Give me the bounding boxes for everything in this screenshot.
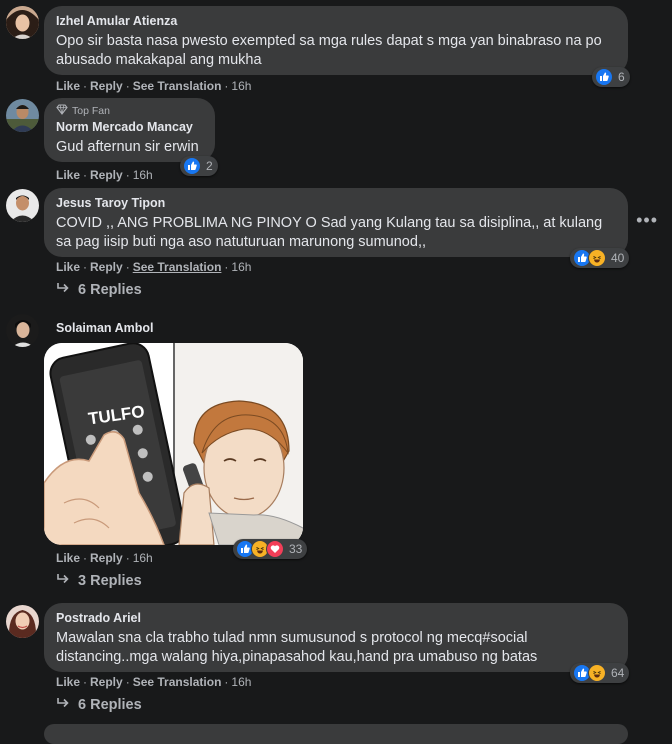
reaction-count: 2 — [206, 159, 213, 173]
like-link[interactable]: Like — [56, 168, 80, 182]
comment-text: Gud afternun sir erwin — [56, 139, 199, 155]
comment-actions: Like · Reply · 16h — [56, 168, 153, 182]
like-link[interactable]: Like — [56, 79, 80, 93]
see-translation-link[interactable]: See Translation — [133, 675, 222, 689]
reaction-summary[interactable]: 2 — [180, 156, 218, 176]
avatar[interactable] — [6, 189, 39, 222]
see-translation-link[interactable]: See Translation — [133, 260, 222, 274]
avatar[interactable] — [6, 605, 39, 638]
view-replies-link[interactable]: 3 Replies — [56, 573, 142, 589]
comment-author[interactable]: Postrado Ariel — [56, 611, 616, 626]
reply-link[interactable]: Reply — [90, 675, 123, 689]
replies-count: 6 Replies — [78, 697, 142, 713]
reply-arrow-icon — [56, 697, 70, 713]
reply-link[interactable]: Reply — [90, 260, 123, 274]
top-fan-badge-icon — [56, 104, 68, 118]
top-fan-label: Top Fan — [72, 105, 110, 117]
reply-arrow-icon — [56, 573, 70, 589]
comment-actions: Like · Reply · 16h — [56, 551, 153, 565]
comment-time[interactable]: 16h — [231, 79, 251, 93]
thumbs-up-icon — [595, 68, 613, 86]
comment-author[interactable]: Solaiman Ambol — [56, 321, 153, 336]
like-link[interactable]: Like — [56, 260, 80, 274]
reply-link[interactable]: Reply — [90, 168, 123, 182]
more-options-icon[interactable]: ••• — [636, 210, 658, 231]
like-link[interactable]: Like — [56, 551, 80, 565]
reaction-summary[interactable]: 40 — [570, 248, 630, 268]
comment-actions: Like · Reply · See Translation · 16h — [56, 79, 252, 93]
avatar[interactable] — [6, 314, 39, 347]
reaction-count: 64 — [611, 666, 625, 680]
comment-author[interactable]: Jesus Taroy Tipon — [56, 196, 616, 211]
comment-author[interactable]: Izhel Amular Atienza — [56, 14, 616, 29]
comment-time[interactable]: 16h — [133, 168, 153, 182]
comment-actions: Like · Reply · See Translation · 16h — [56, 675, 252, 689]
see-translation-link[interactable]: See Translation — [133, 79, 222, 93]
comment-text: Opo sir basta nasa pwesto exempted sa mg… — [56, 33, 602, 68]
replies-count: 3 Replies — [78, 573, 142, 589]
reaction-summary[interactable]: 33 — [233, 539, 308, 559]
comment-image[interactable]: TULFO — [44, 343, 303, 545]
reaction-summary[interactable]: 6 — [592, 67, 630, 87]
reply-link[interactable]: Reply — [90, 551, 123, 565]
comment-bubble: Top Fan Norm Mercado Mancay Gud afternun… — [44, 98, 215, 162]
comment-bubble: Izhel Amular Atienza Opo sir basta nasa … — [44, 6, 628, 75]
next-comment-bubble — [44, 724, 628, 744]
avatar[interactable] — [6, 99, 39, 132]
comment-text: COVID ,, ANG PROBLIMA NG PINOY O Sad yan… — [56, 215, 603, 250]
comment-bubble: Postrado Ariel Mawalan sna cla trabho tu… — [44, 603, 628, 672]
haha-face-icon — [588, 249, 606, 267]
like-link[interactable]: Like — [56, 675, 80, 689]
reaction-count: 40 — [611, 251, 625, 265]
comment-text: Mawalan sna cla trabho tulad nmn sumusun… — [56, 630, 538, 665]
reaction-count: 6 — [618, 70, 625, 84]
top-fan-badge: Top Fan — [56, 104, 203, 118]
view-replies-link[interactable]: 6 Replies — [56, 282, 142, 298]
avatar[interactable] — [6, 6, 39, 39]
reaction-count: 33 — [289, 542, 303, 556]
view-replies-link[interactable]: 6 Replies — [56, 697, 142, 713]
comment-time[interactable]: 16h — [231, 675, 251, 689]
haha-face-icon — [588, 664, 606, 682]
reply-link[interactable]: Reply — [90, 79, 123, 93]
comment-actions: Like · Reply · See Translation · 16h — [56, 260, 252, 274]
comment-time[interactable]: 16h — [231, 260, 251, 274]
reaction-summary[interactable]: 64 — [570, 663, 630, 683]
reply-arrow-icon — [56, 282, 70, 298]
comment-author[interactable]: Norm Mercado Mancay — [56, 120, 203, 135]
comment-bubble: Jesus Taroy Tipon COVID ,, ANG PROBLIMA … — [44, 188, 628, 257]
replies-count: 6 Replies — [78, 282, 142, 298]
heart-icon — [266, 540, 284, 558]
thumbs-up-icon — [183, 157, 201, 175]
comment-time[interactable]: 16h — [133, 551, 153, 565]
